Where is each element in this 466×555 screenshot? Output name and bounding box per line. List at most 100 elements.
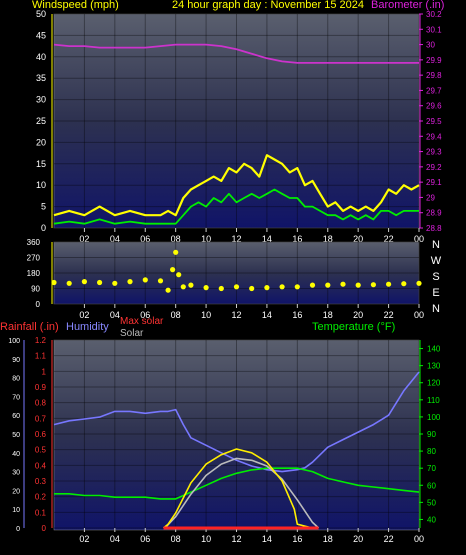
humidity-tick-label: 0 <box>16 526 20 533</box>
temperature-tick-label: 130 <box>427 362 441 371</box>
windspeed-tick-label: 10 <box>36 180 46 190</box>
wind-direction-point <box>264 285 270 291</box>
rainfall-tick-label: 0.2 <box>35 493 47 502</box>
rainfall-tick-label: 0 <box>42 524 47 533</box>
humidity-tick-label: 10 <box>12 507 20 514</box>
wind-direction-point <box>233 284 240 290</box>
barometer-tick-label: 29.1 <box>426 178 442 187</box>
windspeed-tick-label: 5 <box>41 202 46 212</box>
wind-direction-point <box>81 279 87 285</box>
humidity-tick-label: 100 <box>8 338 20 345</box>
direction-xtick-label: 12 <box>231 310 241 320</box>
wind-direction-point <box>370 282 376 288</box>
direction-tick-label: 0 <box>36 300 41 309</box>
compass-label: W <box>431 255 442 267</box>
barometer-tick-label: 29.7 <box>426 86 442 95</box>
windspeed-tick-label: 35 <box>36 73 46 83</box>
direction-xtick-label: 14 <box>262 310 272 320</box>
climate-xtick-label: 14 <box>262 534 272 544</box>
humidity-tick-label: 80 <box>12 376 20 383</box>
climate-xtick-label: 02 <box>79 534 89 544</box>
rainfall-axis-label: Rainfall (.in) <box>0 321 59 333</box>
rainfall-tick-label: 1 <box>42 367 47 376</box>
wind-direction-point <box>170 267 176 273</box>
temperature-tick-label: 40 <box>427 515 436 524</box>
temperature-tick-label: 140 <box>427 345 441 354</box>
direction-tick-label: 270 <box>27 254 41 263</box>
solar-label: Solar <box>120 328 144 339</box>
windspeed-tick-label: 30 <box>36 95 46 105</box>
barometer-axis-label: Barometer (.in) <box>371 0 444 11</box>
temperature-tick-label: 120 <box>427 379 441 388</box>
graph-title: 24 hour graph day : November 15 2024 <box>172 0 364 11</box>
direction-xtick-label: 18 <box>323 310 333 320</box>
wind-direction-point <box>173 249 179 255</box>
wind-direction-point <box>355 282 361 288</box>
wind-direction-point <box>340 281 346 287</box>
barometer-tick-label: 29.2 <box>426 163 442 172</box>
direction-tick-label: 360 <box>27 238 41 247</box>
humidity-tick-label: 20 <box>12 488 20 495</box>
temperature-tick-label: 70 <box>427 464 436 473</box>
rainfall-tick-label: 1.1 <box>35 352 47 361</box>
direction-xtick-label: 22 <box>384 310 394 320</box>
temperature-tick-label: 110 <box>427 396 440 405</box>
barometer-tick-label: 28.8 <box>426 224 442 233</box>
humidity-tick-label: 60 <box>12 413 20 420</box>
windspeed-tick-label: 45 <box>36 30 46 40</box>
barometer-tick-label: 29 <box>426 193 435 202</box>
temperature-tick-label: 50 <box>427 498 436 507</box>
humidity-axis-label: Humidity <box>66 321 109 333</box>
windspeed-tick-label: 0 <box>41 223 46 233</box>
weather-graph: 0510152025303540455028.828.92929.129.229… <box>0 0 444 544</box>
rainfall-tick-label: 0.5 <box>35 446 47 455</box>
rainfall-tick-label: 0.4 <box>35 461 47 470</box>
barometer-tick-label: 29.9 <box>426 56 442 65</box>
climate-xtick-label: 22 <box>384 534 394 544</box>
wind-direction-point <box>325 282 331 288</box>
wind-direction-point <box>294 284 300 290</box>
wind-direction-point <box>203 285 209 291</box>
climate-xtick-label: 00 <box>414 534 424 544</box>
wind-direction-point <box>309 282 316 288</box>
climate-xtick-label: 10 <box>201 534 211 544</box>
rainfall-tick-label: 1.2 <box>35 336 47 345</box>
wind-direction-point <box>51 279 57 286</box>
wind-direction-point <box>416 280 422 286</box>
wind-direction-point <box>401 281 407 287</box>
barometer-tick-label: 30 <box>426 41 435 50</box>
humidity-tick-label: 50 <box>12 432 20 439</box>
barometer-tick-label: 28.9 <box>426 209 442 218</box>
direction-xtick-label: 02 <box>79 310 89 320</box>
barometer-tick-label: 30.2 <box>426 10 442 19</box>
wind-direction-point <box>142 277 148 283</box>
wind-direction-point <box>188 282 194 288</box>
wind-direction-point <box>218 285 224 292</box>
wind-direction-point <box>112 280 118 286</box>
direction-tick-label: 180 <box>27 269 41 278</box>
climate-xtick-label: 08 <box>171 534 181 544</box>
direction-xtick-label: 08 <box>171 310 181 320</box>
barometer-tick-label: 29.8 <box>426 71 442 80</box>
wind-direction-point <box>279 284 285 290</box>
wind-direction-point <box>157 278 164 284</box>
wind-direction-point <box>66 280 72 286</box>
barometer-tick-label: 30.1 <box>426 25 442 34</box>
wind-direction-point <box>249 285 255 292</box>
rainfall-tick-label: 0.3 <box>35 477 47 486</box>
rainfall-tick-label: 0.6 <box>35 430 47 439</box>
humidity-tick-label: 30 <box>12 470 20 477</box>
direction-xtick-label: 04 <box>110 310 120 320</box>
windspeed-tick-label: 15 <box>36 159 46 169</box>
windspeed-tick-label: 40 <box>36 52 46 62</box>
barometer-tick-label: 29.3 <box>426 148 442 157</box>
windspeed-axis-label: Windspeed (mph) <box>32 0 119 11</box>
direction-tick-label: 90 <box>31 285 40 294</box>
direction-xtick-label: 20 <box>353 310 363 320</box>
humidity-tick-label: 70 <box>12 394 20 401</box>
rainfall-tick-label: 0.1 <box>35 508 47 517</box>
climate-xtick-label: 18 <box>323 534 333 544</box>
direction-xtick-label: 16 <box>292 310 302 320</box>
windspeed-tick-label: 25 <box>36 116 46 126</box>
wind-direction-point <box>180 284 186 290</box>
